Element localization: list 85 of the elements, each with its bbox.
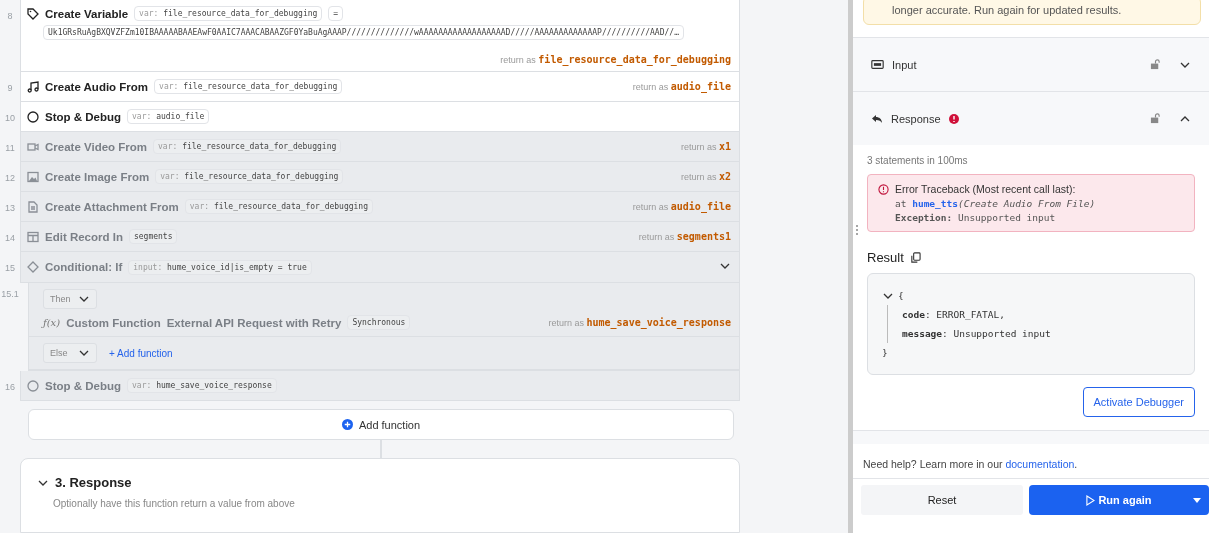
step-title: Create Attachment From: [45, 200, 179, 213]
json-brace: {: [898, 289, 904, 303]
json-entry: message: Unsupported input: [902, 327, 1052, 341]
step-title: Stop & Debug: [45, 110, 122, 123]
line-number: 9: [6, 82, 14, 95]
variable-tag: segments: [128, 229, 178, 244]
line-number: 15: [4, 262, 16, 275]
add-function-button[interactable]: Add function: [28, 409, 734, 440]
circle-icon: [27, 379, 39, 392]
line-number: 13: [4, 202, 16, 215]
value-tag: Uk1GRsRuAgBXQVZFZm10IBAAAAABAAEAwF0AAIC7AAACABAAZGF0YaBuAgAAAP//////////////wAAAAAAAAAAAAAAAAAAD/////AAAAAAAAAAAAAP//////////AAD//…: [43, 25, 684, 40]
json-entry: code: ERROR_FATAL,: [902, 308, 1006, 322]
return-label: return as audio_file: [632, 201, 731, 212]
circle-icon: [27, 110, 39, 123]
line-number: 12: [4, 172, 16, 185]
run-again-button[interactable]: Run again: [1029, 485, 1209, 515]
step-row[interactable]: Stop & Debug var: audio_file: [20, 102, 740, 132]
variable-tag: var: audio_file: [127, 109, 210, 124]
line-number: 14: [4, 232, 16, 245]
variable-tag: var: file_resource_data_for_debugging: [153, 139, 342, 154]
activate-debugger-button[interactable]: Activate Debugger: [1082, 387, 1195, 417]
reset-button[interactable]: Reset: [861, 485, 1023, 515]
line-number: 16: [4, 381, 16, 394]
play-icon: [1086, 494, 1096, 506]
reply-arrow-icon: [871, 113, 883, 124]
section-subtitle: Optionally have this function return a value from above: [53, 498, 296, 509]
line-number: 11: [4, 142, 16, 155]
plus-icon: [341, 419, 353, 430]
tag-icon: [27, 7, 39, 20]
variable-tag: var: hume_save_voice_response: [127, 378, 277, 393]
step-title: Stop & Debug: [45, 379, 122, 392]
exception-line: Exception: Unsupported input: [895, 212, 1057, 223]
scrollbar[interactable]: [848, 0, 853, 533]
variable-tag: var: file_resource_data_for_debugging: [155, 169, 344, 184]
warning-banner: longer accurate. Run again for updated results.: [863, 0, 1201, 25]
function-name: External API Request with Retry: [166, 316, 342, 329]
step-title: Create Video From: [45, 140, 148, 153]
step-title: Create Variable: [45, 7, 129, 20]
variable-tag: input: hume_voice_id|is_empty = true: [128, 259, 312, 275]
return-label: return as segments1: [638, 231, 731, 242]
function-icon: ƒ(x): [43, 317, 61, 328]
return-label: return as x2: [680, 171, 731, 182]
step-title: Create Audio From: [45, 80, 149, 93]
section-title: Response: [891, 112, 941, 125]
unlocked-padlock-icon[interactable]: [1150, 59, 1161, 70]
step-title: Edit Record In: [45, 230, 123, 243]
line-number: 15.1: [0, 288, 20, 301]
line-number: 8: [6, 10, 14, 23]
statement-stats: 3 statements in 100ms: [867, 155, 969, 166]
variable-tag: var: file_resource_data_for_debugging: [184, 199, 373, 214]
variable-tag: var: file_resource_data_for_debugging: [134, 6, 323, 21]
function-title: Custom Function: [66, 316, 161, 329]
return-label: return as x1: [680, 141, 731, 152]
caret-down-icon[interactable]: [1193, 497, 1201, 503]
traceback-line: at hume_tts(Create Audio From File): [895, 198, 1096, 209]
music-note-icon: [27, 80, 39, 93]
table-icon: [27, 230, 39, 243]
diamond-icon: [27, 261, 39, 273]
return-label: return as audio_file: [632, 81, 731, 92]
drag-handle-icon[interactable]: [855, 224, 859, 236]
keyboard-icon: [871, 60, 884, 69]
unlocked-padlock-icon[interactable]: [1150, 113, 1161, 124]
copy-icon[interactable]: [909, 252, 921, 263]
json-brace: }: [882, 347, 888, 358]
error-title: Error Traceback (Most recent call last):: [895, 183, 1077, 195]
step-row[interactable]: [20, 0, 740, 72]
document-icon: [27, 200, 39, 213]
image-icon: [27, 170, 39, 183]
mode-tag: Synchronous: [347, 315, 411, 330]
return-label: return as hume_save_voice_response: [548, 317, 731, 328]
section-title: 3. Response: [55, 475, 132, 490]
step-title: Conditional: If: [45, 261, 123, 273]
step-title: Create Image From: [45, 170, 150, 183]
panel-section-header[interactable]: Response: [853, 91, 1209, 145]
variable-tag: var: file_resource_data_for_debugging: [154, 79, 343, 94]
help-text: Need help? Learn more in our documentation.: [853, 444, 1209, 479]
alert-icon: [878, 184, 889, 195]
step-row[interactable]: Create Audio From var: file_resource_data_for_debugging return as audio_file: [20, 72, 740, 102]
section-title: Input: [892, 58, 917, 71]
return-label: return as file_resource_data_for_debugging: [500, 54, 731, 65]
result-title: Result: [867, 250, 904, 265]
line-number: 10: [4, 112, 16, 125]
panel-section-header[interactable]: Input: [853, 37, 1209, 91]
variable-tag: =: [328, 6, 344, 21]
video-icon: [27, 140, 39, 153]
